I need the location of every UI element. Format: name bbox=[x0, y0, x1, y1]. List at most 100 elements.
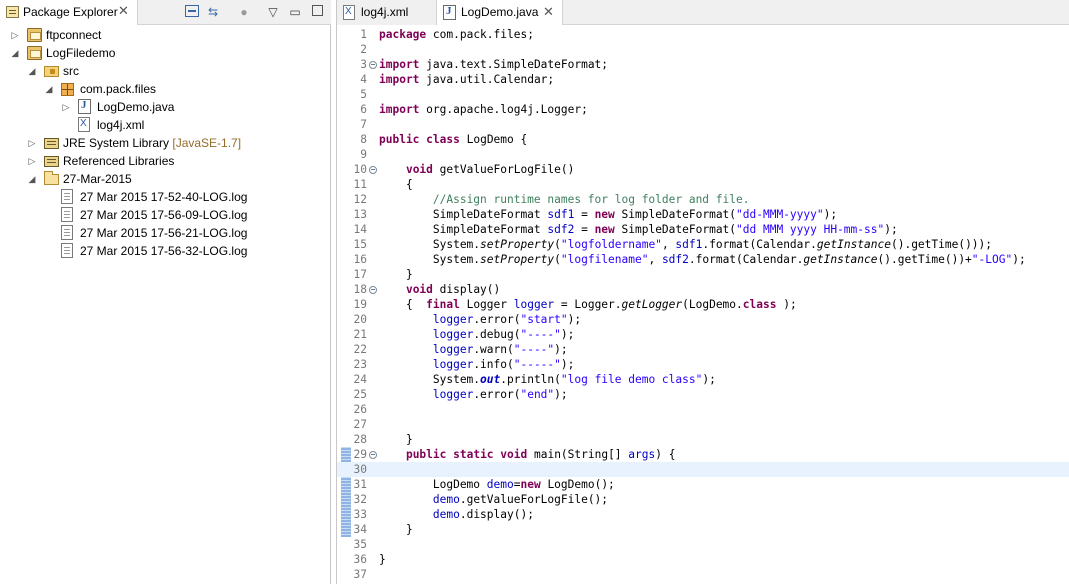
code-line[interactable]: 16 System.setProperty("logfilename", sdf… bbox=[337, 252, 1069, 267]
line-number: 6 bbox=[360, 103, 367, 116]
code-token: LogDemo { bbox=[466, 133, 528, 146]
expand-icon[interactable]: ▷ bbox=[61, 98, 71, 116]
code-line[interactable]: 26 bbox=[337, 402, 1069, 417]
source-folder-icon bbox=[44, 66, 59, 77]
tree-item[interactable]: ◢ LogFiledemo bbox=[0, 44, 331, 62]
code-line[interactable]: 5 bbox=[337, 87, 1069, 102]
collapse-icon[interactable]: ◢ bbox=[27, 62, 37, 80]
tree-item[interactable]: ▷ ftpconnect bbox=[0, 26, 331, 44]
collapse-icon[interactable]: ◢ bbox=[10, 44, 20, 62]
code-line[interactable]: 37 bbox=[337, 567, 1069, 582]
line-number: 17 bbox=[353, 268, 367, 281]
tree-item[interactable]: 27 Mar 2015 17-52-40-LOG.log bbox=[0, 188, 331, 206]
code-line[interactable]: 28 } bbox=[337, 432, 1069, 447]
fold-icon[interactable] bbox=[369, 61, 377, 69]
code-token: class bbox=[426, 133, 460, 146]
code-line[interactable]: 4 import java.util.Calendar; bbox=[337, 72, 1069, 87]
tree-item[interactable]: 27 Mar 2015 17-56-21-LOG.log bbox=[0, 224, 331, 242]
link-with-editor-icon[interactable]: ⇆ bbox=[205, 4, 221, 20]
tree-item[interactable]: 27 Mar 2015 17-56-09-LOG.log bbox=[0, 206, 331, 224]
code-token: = bbox=[574, 223, 595, 236]
expand-icon[interactable]: ▷ bbox=[27, 134, 37, 152]
code-line[interactable]: 12 //Assign runtime names for log folder… bbox=[337, 192, 1069, 207]
code-text: package com.pack.files; bbox=[379, 27, 534, 42]
code-line[interactable]: 20 logger.error("start"); bbox=[337, 312, 1069, 327]
code-line[interactable]: 17 } bbox=[337, 267, 1069, 282]
code-text: } bbox=[379, 522, 413, 537]
code-line[interactable]: 18 void display() bbox=[337, 282, 1069, 297]
code-token: "-LOG" bbox=[971, 253, 1013, 266]
code-text: demo.getValueForLogFile(); bbox=[379, 492, 608, 507]
code-line[interactable]: 35 bbox=[337, 537, 1069, 552]
tree-item[interactable]: log4j.xml bbox=[0, 116, 331, 134]
code-token: logger bbox=[432, 313, 474, 326]
code-token: setProperty bbox=[480, 253, 555, 266]
code-token: "----" bbox=[513, 343, 555, 356]
expand-icon[interactable]: ▷ bbox=[27, 152, 37, 170]
code-token: args bbox=[628, 448, 656, 461]
code-line[interactable]: 19 { final Logger logger = Logger.getLog… bbox=[337, 297, 1069, 312]
code-line[interactable]: 6 import org.apache.log4j.Logger; bbox=[337, 102, 1069, 117]
code-line[interactable]: 2 bbox=[337, 42, 1069, 57]
code-line[interactable]: 27 bbox=[337, 417, 1069, 432]
tab-logdemo-java[interactable]: LogDemo.java ✕ bbox=[437, 0, 563, 25]
line-number: 2 bbox=[360, 43, 367, 56]
code-line[interactable]: 8 public class LogDemo { bbox=[337, 132, 1069, 147]
collapse-icon[interactable]: ◢ bbox=[44, 80, 54, 98]
maximize-icon[interactable] bbox=[312, 5, 323, 16]
code-line[interactable]: 32 demo.getValueForLogFile(); bbox=[337, 492, 1069, 507]
code-line[interactable]: 21 logger.debug("----"); bbox=[337, 327, 1069, 342]
code-line[interactable]: 1 package com.pack.files; bbox=[337, 27, 1069, 42]
collapse-icon[interactable]: ◢ bbox=[27, 170, 37, 188]
line-number: 32 bbox=[353, 493, 367, 506]
close-icon[interactable]: ✕ bbox=[543, 4, 554, 20]
line-number: 33 bbox=[353, 508, 367, 521]
code-line[interactable]: 22 logger.warn("----"); bbox=[337, 342, 1069, 357]
code-line[interactable]: 33 demo.display(); bbox=[337, 507, 1069, 522]
tree-item[interactable]: ▷ Referenced Libraries bbox=[0, 152, 331, 170]
code-line[interactable]: 13 SimpleDateFormat sdf1 = new SimpleDat… bbox=[337, 207, 1069, 222]
code-token: sdf2 bbox=[547, 223, 575, 236]
fold-icon[interactable] bbox=[369, 286, 377, 294]
tree-item[interactable]: ▷ JRE System Library [JavaSE-1.7] bbox=[0, 134, 331, 152]
code-line[interactable]: 31 LogDemo demo=new LogDemo(); bbox=[337, 477, 1069, 492]
code-line[interactable]: 25 logger.error("end"); bbox=[337, 387, 1069, 402]
tree-item[interactable]: ◢ src bbox=[0, 62, 331, 80]
code-line[interactable]: 9 bbox=[337, 147, 1069, 162]
fold-icon[interactable] bbox=[369, 166, 377, 174]
code-line[interactable]: 24 System.out.println("log file demo cla… bbox=[337, 372, 1069, 387]
code-token: System. bbox=[379, 373, 481, 386]
code-line[interactable]: 29 public static void main(String[] args… bbox=[337, 447, 1069, 462]
code-line[interactable]: 3 import java.text.SimpleDateFormat; bbox=[337, 57, 1069, 72]
expand-icon[interactable]: ▷ bbox=[10, 26, 20, 44]
code-line[interactable]: 10 void getValueForLogFile() bbox=[337, 162, 1069, 177]
code-line[interactable]: 30 bbox=[337, 462, 1069, 477]
code-line[interactable]: 14 SimpleDateFormat sdf2 = new SimpleDat… bbox=[337, 222, 1069, 237]
code-line[interactable]: 7 bbox=[337, 117, 1069, 132]
code-token: demo bbox=[486, 478, 514, 491]
collapse-all-icon[interactable] bbox=[185, 5, 199, 17]
minimize-icon[interactable]: ▭ bbox=[287, 4, 303, 20]
tree-item[interactable]: ▷ LogDemo.java bbox=[0, 98, 331, 116]
code-line[interactable]: 34 } bbox=[337, 522, 1069, 537]
code-line[interactable]: 11 { bbox=[337, 177, 1069, 192]
code-area[interactable]: 1 package com.pack.files; 2 3 import java.te… bbox=[337, 26, 1069, 584]
focus-icon[interactable]: ● bbox=[236, 4, 252, 20]
code-token: = Logger. bbox=[554, 298, 622, 311]
code-token: logger bbox=[432, 388, 474, 401]
line-number: 20 bbox=[353, 313, 367, 326]
view-menu-icon[interactable]: ▽ bbox=[265, 4, 281, 20]
close-icon[interactable]: ✕ bbox=[118, 3, 129, 19]
package-explorer-tab[interactable]: Package Explorer ✕ bbox=[0, 0, 138, 25]
tree-item[interactable]: 27 Mar 2015 17-56-32-LOG.log bbox=[0, 242, 331, 260]
code-line[interactable]: 15 System.setProperty("logfoldername", s… bbox=[337, 237, 1069, 252]
tree-item[interactable]: ◢ com.pack.files bbox=[0, 80, 331, 98]
tree-item[interactable]: ◢ 27-Mar-2015 bbox=[0, 170, 331, 188]
code-line[interactable]: 36} bbox=[337, 552, 1069, 567]
fold-icon[interactable] bbox=[369, 451, 377, 459]
tab-log4j-xml[interactable]: log4j.xml bbox=[337, 0, 437, 25]
code-line[interactable]: 23 logger.info("-----"); bbox=[337, 357, 1069, 372]
